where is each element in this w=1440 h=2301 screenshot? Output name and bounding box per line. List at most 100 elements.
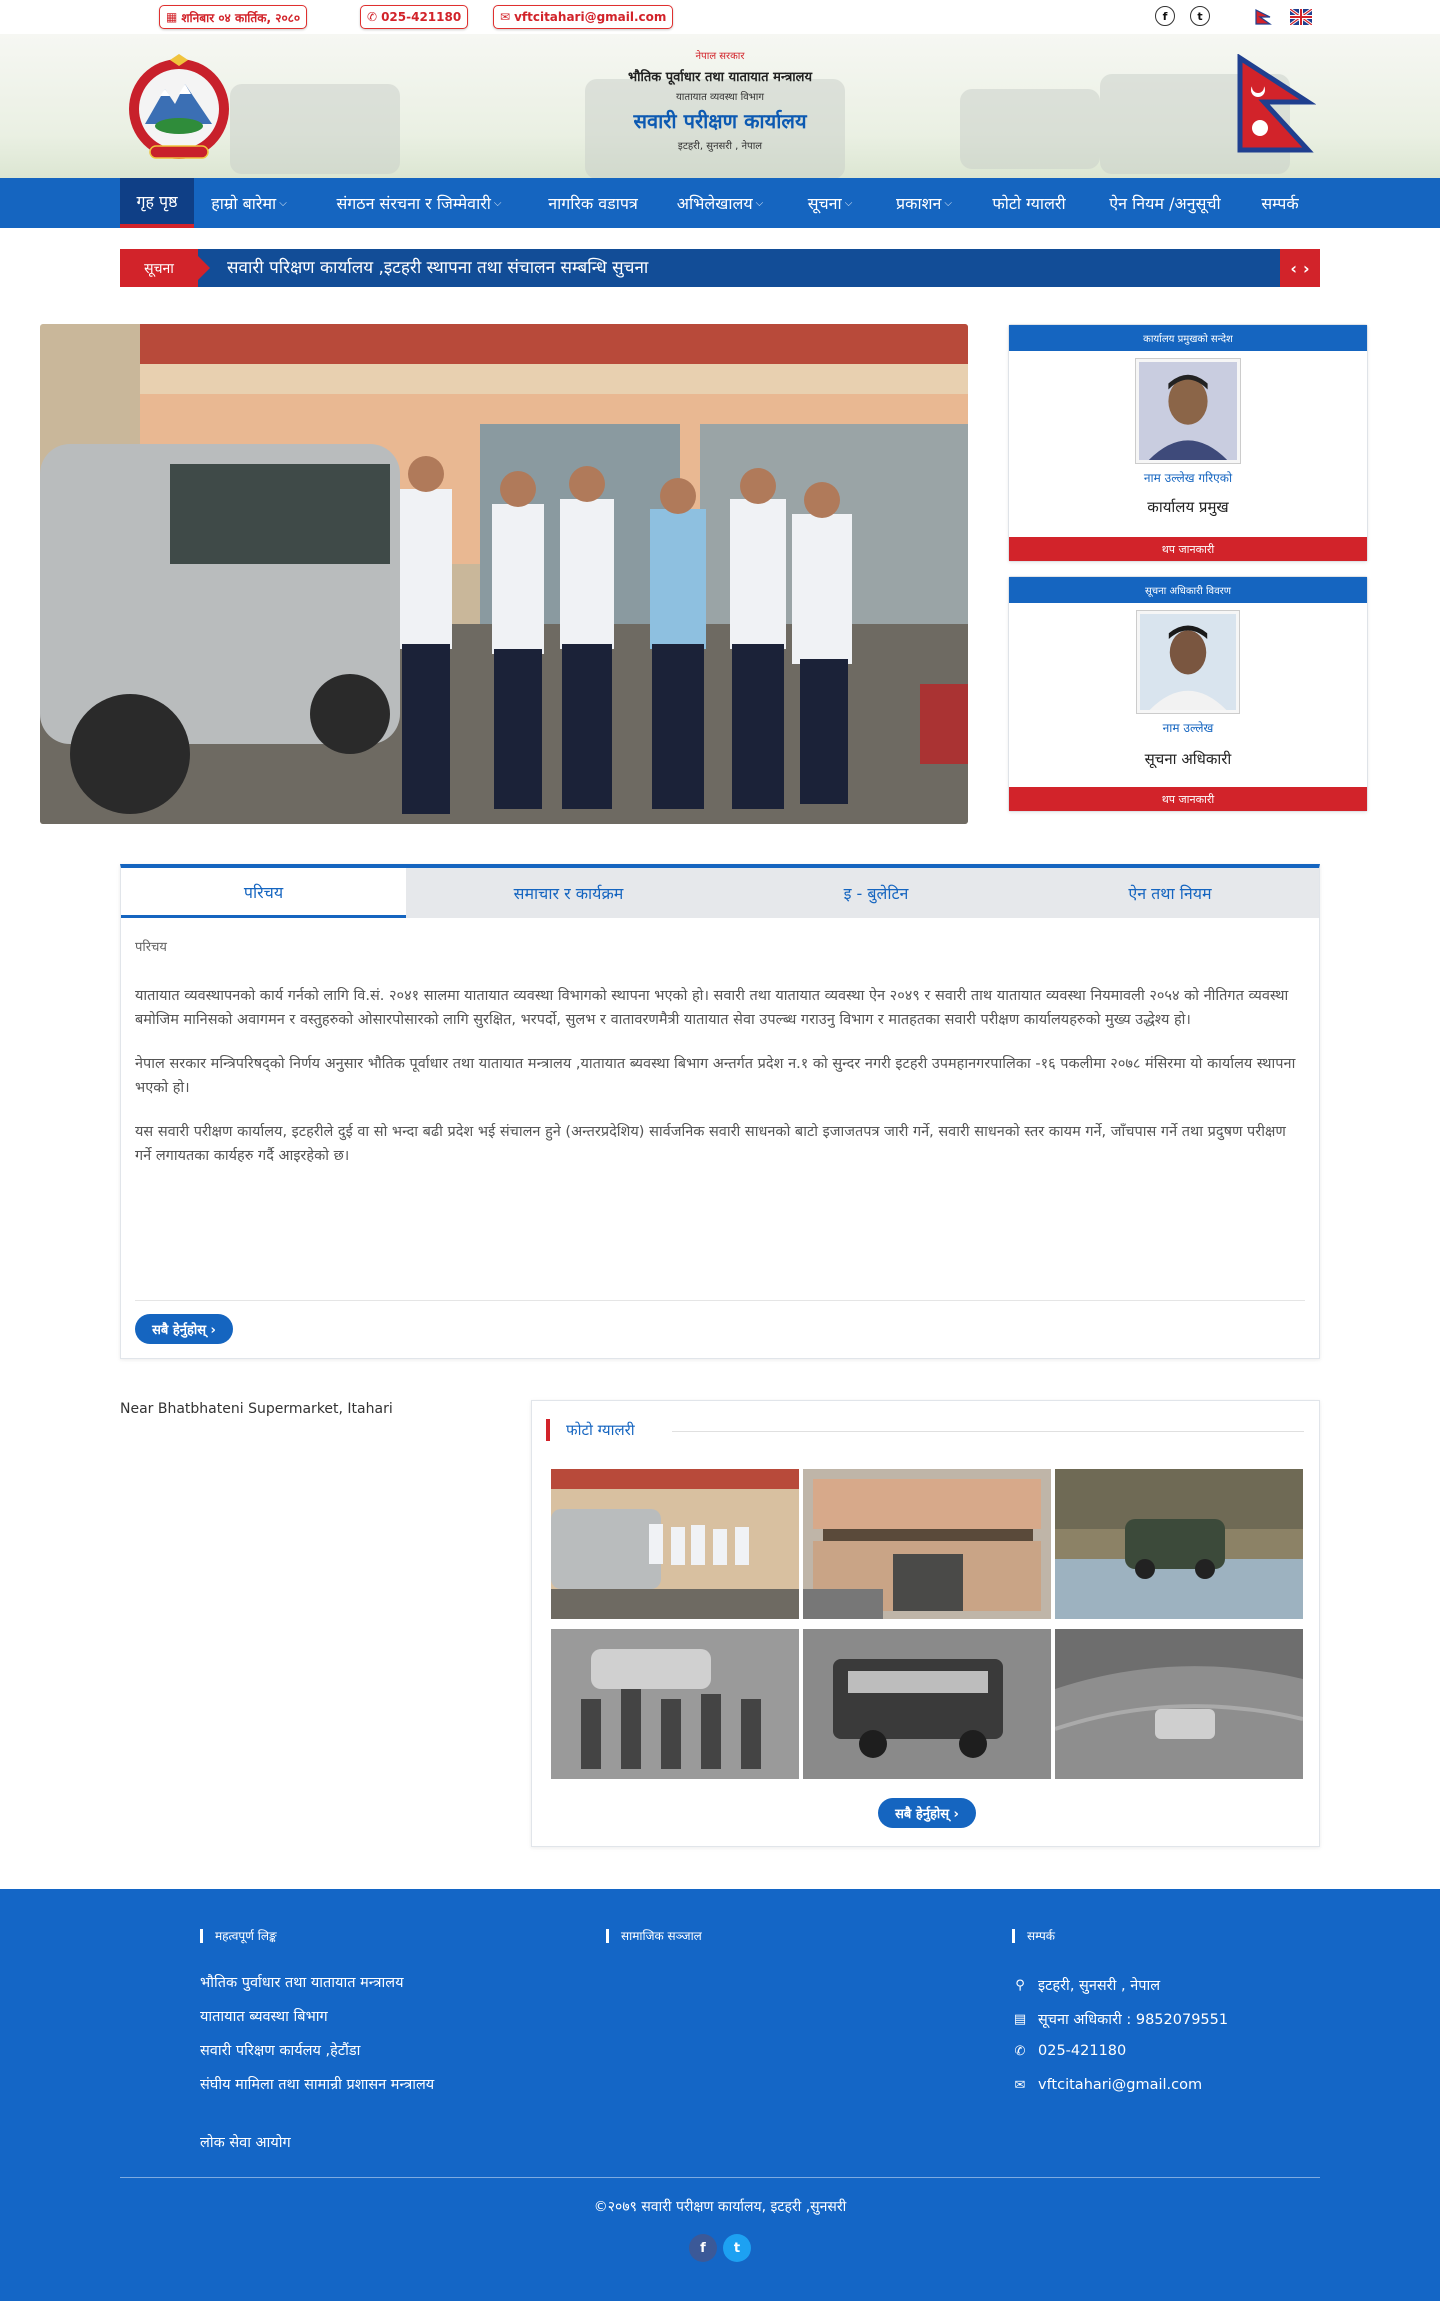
gallery-thumbnail[interactable]	[1055, 1469, 1303, 1619]
twitter-icon[interactable]: t	[1190, 6, 1210, 26]
news-ticker: सूचना सवारी परिक्षण कार्यालय ,इटहरी स्था…	[120, 249, 1320, 287]
footer-link[interactable]: सवारी परिक्षण कार्यलय ,हेटौंडा	[200, 2039, 440, 2063]
top-bar: ▦ शनिबार ०४ कार्तिक, २०८० ✆ 025-421180 ✉…	[0, 0, 1440, 34]
facebook-icon[interactable]: f	[1155, 6, 1175, 26]
tab-news-events[interactable]: समाचार र कार्यक्रम	[406, 868, 731, 918]
phone-icon: ✆	[1014, 2043, 1026, 2059]
gallery-title: फोटो ग्यालरी	[546, 1419, 635, 1441]
facebook-icon[interactable]: f	[689, 2234, 717, 2262]
phone-pill[interactable]: ✆ 025-421180	[360, 5, 469, 29]
information-officer-more-button[interactable]: थप जानकारी	[1009, 787, 1367, 811]
government-emblem-logo[interactable]	[120, 54, 238, 164]
chevron-down-icon: ⌵	[279, 197, 287, 209]
office-chief-more-button[interactable]: थप जानकारी	[1009, 537, 1367, 561]
footer-links-title: महत्वपूर्ण लिङ्क	[200, 1929, 277, 1943]
nav-label: हाम्रो बारेमा	[211, 194, 277, 213]
calendar-icon: ▦	[166, 10, 178, 24]
footer-email[interactable]: ✉ vftcitahari@gmail.com	[1012, 2077, 1203, 2093]
office-chief-name[interactable]: नाम उल्लेख गरिएको	[1009, 469, 1367, 486]
nav-item-publication[interactable]: प्रकाशन ⌵	[884, 178, 964, 228]
office-staff-photo	[40, 324, 968, 824]
footer-link[interactable]: यातायात ब्यवस्था बिभाग	[200, 2005, 440, 2029]
government-line: नेपाल सरकार	[695, 51, 745, 62]
background-decoration	[960, 89, 1100, 169]
phone-icon: ✆	[367, 10, 378, 24]
footer-address-text: इटहरी, सुनसरी , नेपाल	[1038, 1978, 1161, 1994]
nav-label: प्रकाशन	[896, 194, 942, 213]
nav-item-photo-gallery[interactable]: फोटो ग्यालरी	[980, 178, 1078, 228]
office-chief-role: कार्यालय प्रमुख	[1147, 498, 1229, 516]
nav-item-organization[interactable]: संगठन संरचना र जिम्मेवारी ⌵	[312, 178, 526, 228]
gallery-thumbnail[interactable]	[1055, 1629, 1303, 1779]
footer-phone[interactable]: ✆ 025-421180	[1012, 2043, 1127, 2059]
nav-item-contact[interactable]: सम्पर्क	[1250, 178, 1310, 228]
nav-label: अभिलेखालय	[676, 194, 753, 213]
nepal-flag-icon	[1237, 54, 1316, 153]
office-chief-photo	[1135, 358, 1241, 464]
nav-label: सम्पर्क	[1261, 194, 1299, 213]
english-language-flag-icon[interactable]	[1290, 9, 1312, 25]
email-icon: ✉	[1014, 2077, 1026, 2093]
tab-e-bulletin[interactable]: इ - बुलेटिन	[731, 868, 1021, 918]
tab-list: परिचय समाचार र कार्यक्रम इ - बुलेटिन ऐन …	[121, 868, 1319, 918]
ticker-notice-link[interactable]: सवारी परिक्षण कार्यालय ,इटहरी स्थापना तथ…	[227, 249, 648, 287]
footer-info-officer: ▤ सूचना अधिकारी : 9852079551	[1012, 2009, 1228, 2029]
chevron-right-icon[interactable]: ›	[1303, 259, 1310, 278]
nav-item-archive[interactable]: अभिलेखालय ⌵	[664, 178, 776, 228]
background-decoration	[230, 84, 400, 174]
department-line: यातायात व्यवस्था विभाग	[676, 92, 764, 103]
chevron-down-icon: ⌵	[944, 197, 952, 209]
intro-paragraph: यातायात व्यवस्थापनको कार्य गर्नको लागि व…	[135, 988, 1289, 1028]
gallery-thumbnail[interactable]	[803, 1469, 1051, 1619]
nav-item-home[interactable]: गृह पृष्ठ	[120, 178, 194, 228]
card-heading: कार्यालय प्रमुखको सन्देश	[1009, 325, 1367, 351]
nav-item-citizen-charter[interactable]: नागरिक वडापत्र	[534, 178, 652, 228]
footer-info-officer-text: सूचना अधिकारी : 9852079551	[1038, 2012, 1229, 2028]
tab-acts-rules[interactable]: ऐन तथा नियम	[1021, 868, 1319, 918]
intro-paragraph: नेपाल सरकार मन्त्रिपरिषद्को निर्णय अनुसा…	[135, 1056, 1296, 1096]
gallery-thumbnail[interactable]	[551, 1469, 799, 1619]
nepali-language-flag-icon[interactable]	[1254, 9, 1276, 25]
nav-label: ऐन नियम /अनुसूची	[1109, 194, 1221, 213]
information-officer-role: सूचना अधिकारी	[1144, 750, 1232, 768]
email-text: vftcitahari@gmail.com	[514, 10, 667, 24]
gallery-thumbnail[interactable]	[551, 1629, 799, 1779]
nav-item-acts-rules[interactable]: ऐन नियम /अनुसूची	[1096, 178, 1234, 228]
email-icon: ✉	[500, 10, 511, 24]
date-pill: ▦ शनिबार ०४ कार्तिक, २०८०	[159, 5, 308, 29]
information-officer-photo	[1136, 610, 1240, 714]
twitter-icon[interactable]: t	[723, 2234, 751, 2262]
photo-gallery-panel: फोटो ग्यालरी सबै हेर्नुहोस् ›	[531, 1400, 1320, 1847]
footer-link[interactable]: संघीय मामिला तथा सामान्री प्रशासन मन्त्र…	[200, 2073, 440, 2097]
divider	[120, 2177, 1320, 2178]
card-heading: सूचना अधिकारी विवरण	[1009, 577, 1367, 603]
footer-email-text: vftcitahari@gmail.com	[1038, 2077, 1203, 2093]
footer-phone-text: 025-421180	[1038, 2043, 1127, 2059]
email-pill[interactable]: ✉ vftcitahari@gmail.com	[493, 5, 674, 29]
intro-subheading: परिचय	[135, 940, 167, 955]
divider	[672, 1431, 1304, 1432]
information-officer-name[interactable]: नाम उल्लेख	[1009, 719, 1367, 736]
header-titles: नेपाल सरकार भौतिक पूर्वाधार तथा यातायात …	[470, 48, 970, 152]
intro-paragraph: यस सवारी परीक्षण कार्यालय, इटहरीले दुई व…	[135, 1124, 1286, 1164]
chevron-left-icon[interactable]: ‹	[1290, 259, 1297, 278]
gallery-view-all-button[interactable]: सबै हेर्नुहोस् ›	[878, 1798, 976, 1828]
nav-label: गृह पृष्ठ	[136, 192, 178, 211]
main-navigation: गृह पृष्ठ हाम्रो बारेमा ⌵ संगठन संरचना र …	[0, 178, 1440, 228]
view-all-button[interactable]: सबै हेर्नुहोस् ›	[135, 1314, 233, 1344]
divider	[135, 1300, 1305, 1301]
map-marker-icon: ⚲	[1015, 1977, 1025, 1993]
nav-label: सूचना	[807, 194, 842, 213]
chevron-down-icon: ⌵	[844, 197, 853, 209]
id-card-icon: ▤	[1013, 2011, 1027, 2027]
tab-introduction[interactable]: परिचय	[121, 868, 406, 918]
footer-address: ⚲ इटहरी, सुनसरी , नेपाल	[1012, 1975, 1160, 1995]
footer-link[interactable]: भौतिक पुर्वाधार तथा यातायात मन्त्रालय	[200, 1971, 440, 1995]
nav-item-notice[interactable]: सूचना ⌵	[796, 178, 864, 228]
site-footer: महत्वपूर्ण लिङ्क सामाजिक सञ्जाल सम्पर्क …	[0, 1889, 1440, 2301]
gallery-thumbnail[interactable]	[803, 1629, 1051, 1779]
nav-item-about-us[interactable]: हाम्रो बारेमा ⌵	[196, 178, 302, 228]
footer-link[interactable]: लोक सेवा आयोग	[200, 2131, 440, 2155]
office-chief-card: कार्यालय प्रमुखको सन्देश नाम उल्लेख गरिए…	[1008, 324, 1368, 562]
nav-label: नागरिक वडापत्र	[548, 194, 638, 213]
